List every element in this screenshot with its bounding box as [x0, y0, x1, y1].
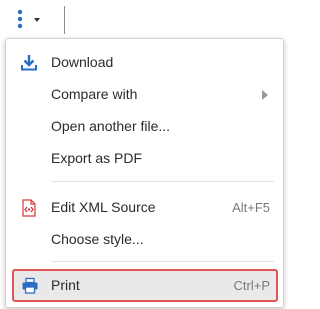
- toolbar-divider: [64, 6, 65, 34]
- chevron-right-icon: [262, 90, 268, 100]
- menu-item-choose-style[interactable]: Choose style...: [6, 224, 283, 256]
- menu-item-export-pdf[interactable]: Export as PDF: [6, 143, 283, 175]
- menu-item-label: Compare with: [51, 86, 138, 102]
- menu-divider: [51, 181, 274, 182]
- menu-item-label: Choose style...: [51, 231, 144, 247]
- menu-item-edit-xml-source[interactable]: Edit XML Source Alt+F5: [6, 192, 283, 224]
- kebab-menu-icon: [17, 9, 23, 29]
- keyboard-shortcut: Ctrl+P: [233, 278, 270, 293]
- menu-item-label: Export as PDF: [51, 150, 143, 166]
- menu-item-label: Download: [51, 54, 114, 70]
- menu-divider: [51, 261, 274, 262]
- menu-item-print[interactable]: Print Ctrl+P: [12, 269, 278, 302]
- keyboard-shortcut: Alt+F5: [232, 200, 270, 215]
- menu-item-compare-with[interactable]: Compare with: [6, 79, 283, 111]
- menu-item-label: Edit XML Source: [51, 199, 156, 215]
- menu-item-label: Open another file...: [51, 118, 171, 134]
- printer-icon: [22, 277, 38, 294]
- dropdown-menu: Download Compare with Open another file.…: [5, 38, 284, 308]
- xml-source-icon: [22, 199, 36, 217]
- download-icon: [21, 55, 37, 71]
- menu-item-open-another-file[interactable]: Open another file...: [6, 111, 283, 143]
- menu-item-label: Print: [51, 277, 80, 293]
- more-options-button[interactable]: [5, 6, 47, 34]
- chevron-down-icon: [34, 18, 40, 22]
- toolbar: [0, 0, 287, 38]
- menu-item-download[interactable]: Download: [6, 47, 283, 79]
